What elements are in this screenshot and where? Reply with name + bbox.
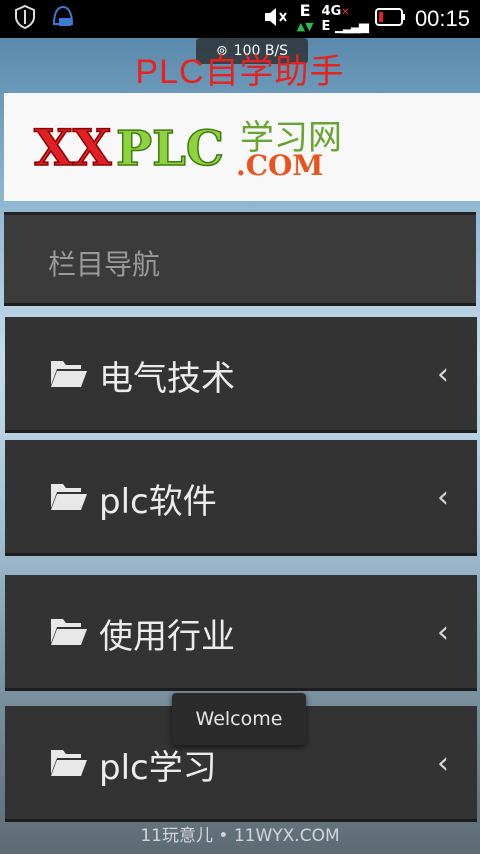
signal-icon: 4G✕ E ▁▂▃▅ [321,3,369,34]
chevron-left-icon: ‹ [437,480,449,515]
folder-open-icon [49,746,89,782]
logo-com-text: .COM [236,149,323,182]
menu-item-plc-software[interactable]: plc软件 ‹ [5,440,477,556]
logo-plc-text: PLC [116,121,224,177]
folder-open-icon [49,615,89,651]
chevron-left-icon: ‹ [437,357,449,392]
app-title: PLC自学助手 [135,53,345,91]
shield-icon [14,4,36,33]
mute-icon [263,6,289,32]
folder-open-icon [49,357,89,393]
nav-header-label: 栏目导航 [48,248,161,281]
menu-item-label: 使用行业 [99,617,235,657]
menu-item-label: 电气技术 [99,359,235,399]
nav-header: 栏目导航 [4,212,476,306]
signal-letter: E [299,1,311,20]
menu-item-electrical[interactable]: 电气技术 ‹ [5,317,477,433]
watermark: 11玩意儿 • 11WYX.COM [140,826,340,846]
site-logo-banner[interactable]: XX PLC 学习网 .COM [4,93,480,201]
menu-item-industries[interactable]: 使用行业 ‹ [5,575,477,691]
site-logo: XX PLC 学习网 .COM [33,117,342,182]
chevron-left-icon: ‹ [437,746,449,781]
network-type: 4G [321,3,342,19]
folder-open-icon [49,480,89,516]
clock: 00:15 [414,6,470,31]
status-bar: E ▲▼ 4G✕ E ▁▂▃▅ 00:15 [0,0,480,38]
chevron-left-icon: ‹ [437,615,449,650]
menu-item-label: plc软件 [99,482,217,522]
notification-icon [50,4,76,34]
logo-xx-text: XX [34,118,112,177]
battery-icon [374,7,407,31]
toast-message: Welcome [172,693,306,745]
menu-item-label: plc学习 [99,748,217,788]
data-e-icon: E ▲▼ [296,1,314,34]
